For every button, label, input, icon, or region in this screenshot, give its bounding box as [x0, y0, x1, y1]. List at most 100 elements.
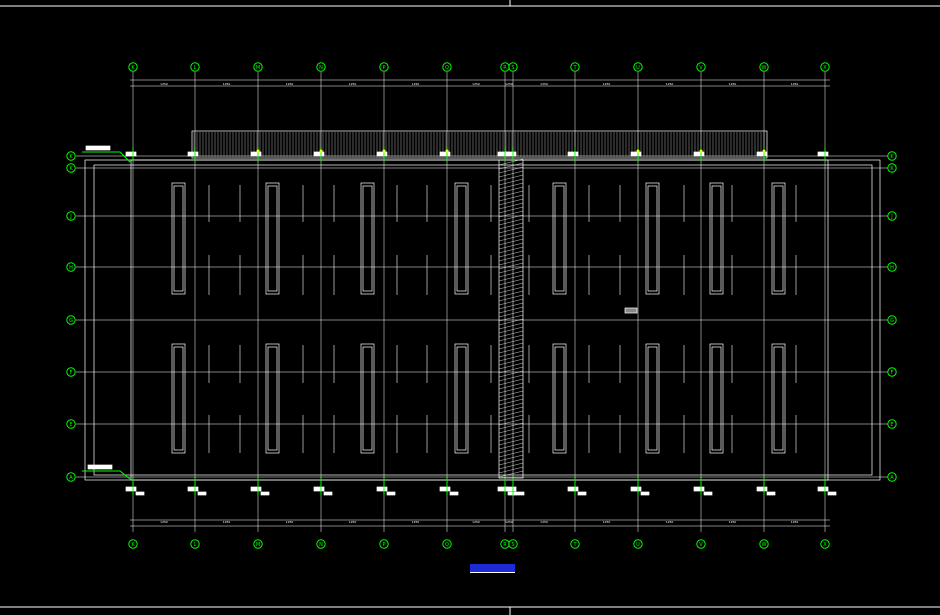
grid-bubble-label: W [762, 542, 767, 548]
door-marker [505, 486, 517, 492]
grid-bubble-label: U [636, 542, 640, 548]
grid-bubble-label: K [131, 542, 135, 548]
yellow-marker [445, 149, 449, 153]
door-marker [376, 151, 388, 157]
dimension-text: 1250 [603, 520, 611, 524]
grid-bubble-label: J [890, 214, 892, 220]
dimension-text: 1250 [505, 520, 513, 524]
door-marker [567, 151, 579, 157]
grid-bubble-label: F [70, 370, 73, 376]
dimension-text: 1250 [412, 520, 420, 524]
storage-rack-inner [711, 346, 722, 451]
door-marker [439, 151, 451, 157]
dimension-text: 1250 [349, 82, 357, 86]
dimension-text: 1250 [603, 82, 611, 86]
door-marker [250, 486, 262, 492]
storage-rack-inner [647, 185, 658, 292]
grid-bubble-label: W [762, 65, 767, 71]
left-label-top [85, 145, 111, 151]
door-marker [756, 151, 768, 157]
cad-drawing-canvas[interactable]: KKLLMMNNPPQQRRSSTTUUVVWWXXK KK KJ JH HG GF FE E… [0, 0, 940, 615]
door-tag [260, 491, 270, 496]
grid-bubble-label: T [572, 542, 577, 548]
grid-bubble-label: Q [445, 542, 449, 548]
grid-bubble-label: K [890, 166, 894, 172]
grid-bubble-label: M [256, 65, 260, 71]
grid-bubble-label: L [194, 65, 197, 71]
grid-bubble-label: G [890, 318, 894, 324]
dimension-text: 1250 [505, 82, 513, 86]
dimension-text: 1250 [472, 82, 480, 86]
storage-rack-inner [773, 185, 784, 292]
door-tag [135, 491, 145, 496]
dimension-text: 1250 [223, 82, 231, 86]
yellow-marker [636, 149, 640, 153]
dimension-text: 1250 [791, 82, 799, 86]
grid-bubble-label: A [69, 475, 73, 481]
dimension-text: 1250 [412, 82, 420, 86]
yellow-marker [382, 149, 386, 153]
grid-bubble-label: K [131, 65, 135, 71]
door-marker [250, 151, 262, 157]
grid-bubble-label: L [194, 542, 197, 548]
dimension-text: 1250 [666, 520, 674, 524]
storage-rack-inner [456, 185, 467, 292]
drawing-title-label [470, 564, 515, 573]
storage-rack-inner [173, 185, 184, 292]
grid-bubble-label: K [890, 154, 894, 160]
grid-bubble-label: E [69, 422, 72, 428]
grid-bubble-label: E [890, 422, 893, 428]
yellow-marker [319, 149, 323, 153]
storage-rack-inner [173, 346, 184, 451]
grid-bubble-label: H [890, 265, 894, 271]
left-leader-top [82, 151, 131, 163]
storage-rack-inner [554, 185, 565, 292]
storage-rack-inner [362, 185, 373, 292]
storage-rack-inner [711, 185, 722, 292]
door-marker [693, 151, 705, 157]
grid-bubble-label: R [503, 65, 507, 71]
grid-bubble-label: P [382, 65, 385, 71]
door-marker [693, 486, 705, 492]
grid-bubble-label: A [890, 475, 894, 481]
dimension-text: 1250 [223, 520, 231, 524]
grid-bubble-label: T [572, 65, 577, 71]
door-marker [630, 486, 642, 492]
door-marker [817, 486, 829, 492]
door-marker [376, 486, 388, 492]
door-tag [515, 491, 525, 496]
storage-rack-inner [773, 346, 784, 451]
door-marker [439, 486, 451, 492]
storage-rack-inner [362, 346, 373, 451]
grid-bubble-label: K [69, 154, 73, 160]
door-marker [187, 486, 199, 492]
grid-bubble-label: N [319, 65, 323, 71]
dimension-text: 1250 [729, 82, 737, 86]
door-marker [505, 151, 517, 157]
dimension-text: 1250 [472, 520, 480, 524]
door-tag [640, 491, 650, 496]
storage-rack-inner [456, 346, 467, 451]
dimension-text: 1250 [791, 520, 799, 524]
dimension-text: 1250 [540, 520, 548, 524]
door-tag [703, 491, 713, 496]
grid-bubble-label: V [699, 542, 703, 548]
grid-bubble-label: N [319, 542, 323, 548]
dimension-text: 1250 [729, 520, 737, 524]
door-tag [386, 491, 396, 496]
door-tag [323, 491, 333, 496]
grid-bubble-label: G [69, 318, 73, 324]
grid-bubble-label: P [382, 542, 385, 548]
door-marker [313, 151, 325, 157]
yellow-marker [256, 149, 260, 153]
storage-rack-inner [647, 346, 658, 451]
grid-bubble-label: H [69, 265, 73, 271]
dimension-text: 1250 [349, 520, 357, 524]
door-marker [187, 151, 199, 157]
grid-bubble-label: M [256, 542, 260, 548]
door-marker [125, 486, 137, 492]
grid-bubble-label: X [823, 542, 827, 548]
left-label-bottom [87, 464, 113, 470]
dimension-text: 1250 [666, 82, 674, 86]
grid-bubble-label: Q [445, 65, 449, 71]
